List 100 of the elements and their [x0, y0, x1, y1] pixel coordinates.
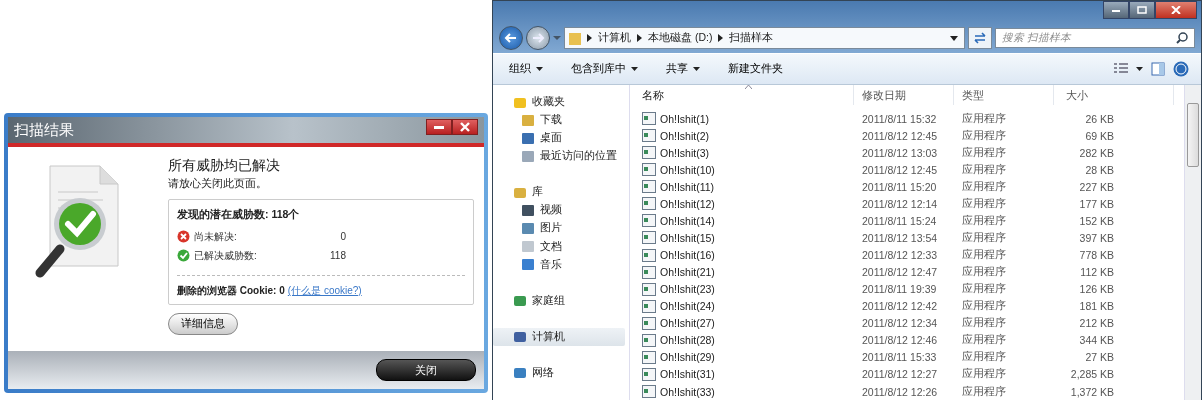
toolbar-button[interactable]: 共享 [660, 60, 706, 78]
minimize-icon [433, 124, 445, 130]
application-icon [642, 214, 656, 228]
sidebar-item[interactable]: 桌面 [493, 129, 629, 148]
checkmark-icon [177, 249, 190, 262]
refresh-icon [973, 32, 987, 44]
minimize-button[interactable] [426, 119, 452, 135]
application-icon [642, 146, 656, 160]
table-cell-text: 26 KB [1084, 112, 1114, 125]
table-cell-text: 应用程序 [961, 179, 1007, 194]
back-button[interactable] [499, 26, 523, 50]
table-cell-text: 1,372 KB [1069, 385, 1114, 398]
scrollbar[interactable] [1184, 85, 1201, 400]
close-dialog-button[interactable]: 关闭 [376, 359, 476, 381]
caret-icon[interactable] [1136, 67, 1143, 71]
refresh-button[interactable] [968, 27, 992, 49]
table-cell-text: 2011/8/12 12:45 [861, 129, 939, 142]
right-arrow-icon [531, 32, 545, 44]
close-icon [459, 122, 471, 132]
table-cell-text: 2011/8/11 15:24 [861, 214, 938, 227]
sidebar-item[interactable]: 文档 [493, 237, 629, 256]
maximize-button[interactable] [1129, 1, 1155, 19]
sidebar-item[interactable]: 最近访问的位置 [493, 147, 629, 166]
column-header[interactable]: 大小 [1054, 85, 1174, 105]
close-button[interactable] [452, 119, 478, 135]
application-icon [642, 231, 656, 245]
table-cell-text: 2011/8/11 15:20 [861, 180, 938, 193]
threat-count: 发现的潜在威胁数: 118个 [177, 208, 301, 222]
file-name[interactable]: Oh!Ishit(28) [660, 334, 715, 347]
file-name[interactable]: Oh!Ishit(10) [660, 163, 715, 176]
file-name[interactable]: Oh!Ishit(12) [660, 197, 715, 210]
file-name[interactable]: Oh!Ishit(16) [660, 249, 715, 262]
toolbar-button[interactable]: 包含到库中 [565, 60, 644, 78]
table-cell-text: 27 KB [1084, 351, 1114, 364]
table-cell-text: 2011/8/11 19:39 [861, 283, 938, 296]
error-icon [177, 230, 190, 243]
table-cell-text: 应用程序 [961, 248, 1007, 263]
file-name[interactable]: Oh!Ishit(15) [660, 231, 715, 244]
file-name[interactable]: Oh!Ishit(33) [660, 385, 715, 398]
table-cell-text: 2011/8/12 12:26 [861, 385, 939, 398]
file-name[interactable]: Oh!Ishit(11) [660, 180, 715, 193]
sidebar-item[interactable]: 图片 [493, 219, 629, 238]
application-icon [642, 316, 656, 330]
file-name[interactable]: Oh!Ishit(2) [660, 129, 709, 142]
table-cell-text: 应用程序 [961, 316, 1007, 331]
application-icon [642, 248, 656, 262]
file-name[interactable]: Oh!Ishit(21) [660, 266, 715, 279]
close-button[interactable] [1155, 1, 1197, 19]
table-cell-text: 282 KB [1078, 146, 1114, 159]
table-cell-text: 2011/8/12 12:33 [861, 249, 939, 262]
cookie-help-link[interactable]: (什么是 cookie?) [287, 284, 362, 298]
forward-button[interactable] [526, 26, 550, 50]
column-header[interactable]: 类型 [954, 85, 1054, 105]
file-name[interactable]: Oh!Ishit(29) [660, 351, 715, 364]
file-name[interactable]: Oh!Ishit(14) [660, 214, 715, 227]
sidebar-item[interactable]: 收藏夹 [493, 93, 629, 112]
details-button[interactable]: 详细信息 [168, 313, 238, 335]
sidebar-item[interactable]: 库 [493, 183, 629, 202]
table-cell-text: 应用程序 [961, 111, 1007, 126]
sort-caret-icon [745, 85, 752, 89]
table-cell-text: 2011/8/12 13:54 [861, 231, 939, 244]
file-name[interactable]: Oh!Ishit(31) [660, 368, 715, 381]
toolbar-button[interactable]: 新建文件夹 [722, 60, 789, 78]
breadcrumb-item[interactable]: 本地磁盘 (D:) [648, 31, 713, 45]
column-header[interactable]: 修改日期 [854, 85, 954, 105]
address-bar[interactable]: 计算机 本地磁盘 (D:) 扫描样本 [564, 27, 965, 49]
application-icon [642, 129, 656, 143]
status-label: 尚未解决: [194, 229, 238, 244]
application-icon [642, 299, 656, 313]
sidebar-item[interactable]: 家庭组 [493, 291, 629, 310]
file-name[interactable]: Oh!Ishit(3) [660, 146, 709, 159]
table-cell-text: 2011/8/11 15:33 [861, 351, 938, 364]
minimize-button[interactable] [1103, 1, 1129, 19]
file-name[interactable]: Oh!Ishit(1) [660, 112, 709, 125]
result-subtitle: 请放心关闭此页面。 [168, 177, 267, 191]
chevron-icon [587, 34, 592, 42]
help-icon[interactable] [1173, 61, 1189, 77]
sidebar-item[interactable]: 视频 [493, 201, 629, 220]
view-list-icon[interactable] [1114, 63, 1128, 75]
column-header[interactable]: 名称 [630, 85, 854, 105]
table-cell-text: 2,285 KB [1069, 368, 1114, 381]
file-name[interactable]: Oh!Ishit(27) [660, 317, 715, 330]
breadcrumb-item[interactable]: 计算机 [598, 31, 631, 45]
table-cell-text: 2011/8/12 12:14 [861, 197, 939, 210]
file-name[interactable]: Oh!Ishit(23) [660, 283, 715, 296]
maximize-icon [1137, 6, 1147, 14]
toolbar-button[interactable]: 组织 [503, 60, 549, 78]
sidebar-item[interactable]: 下载 [493, 111, 629, 130]
file-name[interactable]: Oh!Ishit(24) [660, 300, 715, 313]
dropdown-icon[interactable] [950, 35, 958, 41]
table-cell-text: 28 KB [1084, 163, 1114, 176]
table-cell-text: 2011/8/12 12:27 [861, 368, 939, 381]
left-arrow-icon [504, 32, 518, 44]
breadcrumb-item[interactable]: 扫描样本 [729, 31, 774, 45]
application-icon [642, 265, 656, 279]
sidebar-item[interactable]: 音乐 [493, 255, 629, 274]
search-field[interactable]: 搜索 扫描样本 [995, 28, 1195, 48]
cookie-count: 删除的浏览器 Cookie: 0 [177, 284, 285, 298]
sidebar-item[interactable]: 网络 [493, 363, 629, 382]
sidebar-item[interactable]: 计算机 [493, 327, 625, 346]
